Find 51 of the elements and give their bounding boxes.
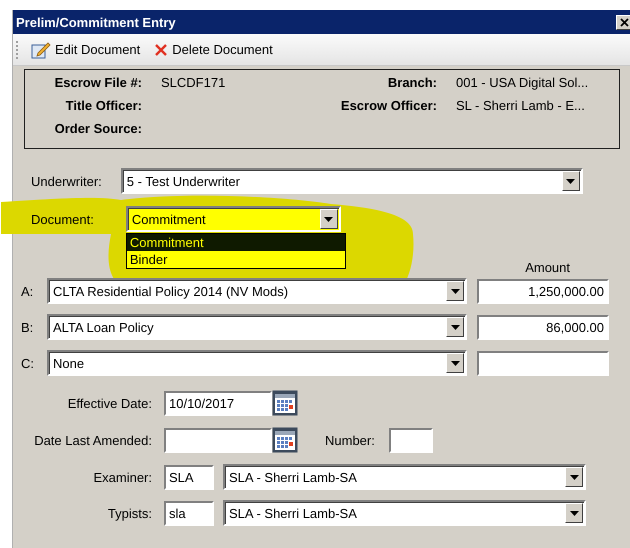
field-label: Typists: [106, 506, 153, 520]
underwriter-dropdown[interactable]: 5 - Test Underwriter [120, 168, 583, 194]
amount-field[interactable]: 86,000.00 [477, 314, 609, 340]
dropdown-arrow-icon [566, 178, 576, 184]
policy-dropdown[interactable]: CLTA Residential Policy 2014 (NV Mods) [47, 278, 467, 304]
delete-icon [154, 42, 168, 56]
dropdown-arrow-icon [570, 510, 578, 516]
field-label: Effective Date: [66, 396, 153, 410]
field-label: Date Last Amended: [33, 432, 153, 448]
delete-document-button[interactable]: Delete Document [151, 40, 276, 59]
dropdown-arrow-icon [570, 474, 578, 480]
date-field[interactable] [164, 428, 272, 452]
dropdown-arrow-icon [324, 216, 334, 222]
policy-letter: B: [20, 320, 34, 334]
dropdown-arrow-icon [450, 360, 460, 366]
number-field[interactable] [388, 428, 433, 452]
field-label: Escrow File #: [54, 74, 143, 92]
amount-field[interactable] [477, 350, 609, 376]
column-header: Amount [525, 260, 570, 274]
field-label: Number: [325, 432, 375, 448]
policy-letter: C: [20, 356, 35, 370]
dropdown-arrow-icon [450, 288, 460, 294]
code-field[interactable]: sla [164, 500, 214, 526]
field-label: Branch: [388, 74, 437, 90]
window-title: Prelim/Commitment Entry [16, 14, 176, 30]
field-label: Title Officer: [64, 98, 143, 114]
calendar-icon[interactable] [272, 390, 298, 416]
dropdown-option[interactable]: Binder [126, 251, 345, 268]
code-field[interactable]: SLA [164, 464, 214, 490]
field-value: SL - Sherri Lamb - E... [456, 98, 585, 112]
amount-field[interactable]: 1,250,000.00 [477, 278, 609, 304]
dropdown-option[interactable]: Commitment [126, 234, 345, 251]
field-value: SLCDF171 [161, 74, 226, 90]
field-label: Document: [31, 212, 94, 226]
date-field[interactable]: 10/10/2017 [164, 390, 272, 416]
field-label: Examiner: [92, 470, 153, 484]
field-value: 001 - USA Digital Sol... [456, 74, 588, 90]
close-button[interactable] [616, 14, 630, 30]
field-label: Underwriter: [31, 174, 102, 188]
calendar-icon[interactable] [272, 427, 298, 453]
policy-dropdown[interactable]: ALTA Loan Policy [47, 314, 467, 340]
dropdown-arrow-icon [450, 324, 460, 330]
edit-document-icon [31, 40, 51, 58]
policy-letter: A: [20, 284, 34, 298]
policy-dropdown[interactable]: None [47, 350, 467, 376]
edit-document-button[interactable]: Edit Document [28, 38, 144, 60]
typists-dropdown[interactable]: SLA - Sherri Lamb-SA [223, 500, 586, 526]
document-dropdown[interactable]: Commitment [126, 206, 341, 232]
field-label: Escrow Officer: [340, 98, 437, 112]
examiner-dropdown[interactable]: SLA - Sherri Lamb-SA [223, 464, 586, 490]
field-label: Order Source: [54, 120, 143, 138]
